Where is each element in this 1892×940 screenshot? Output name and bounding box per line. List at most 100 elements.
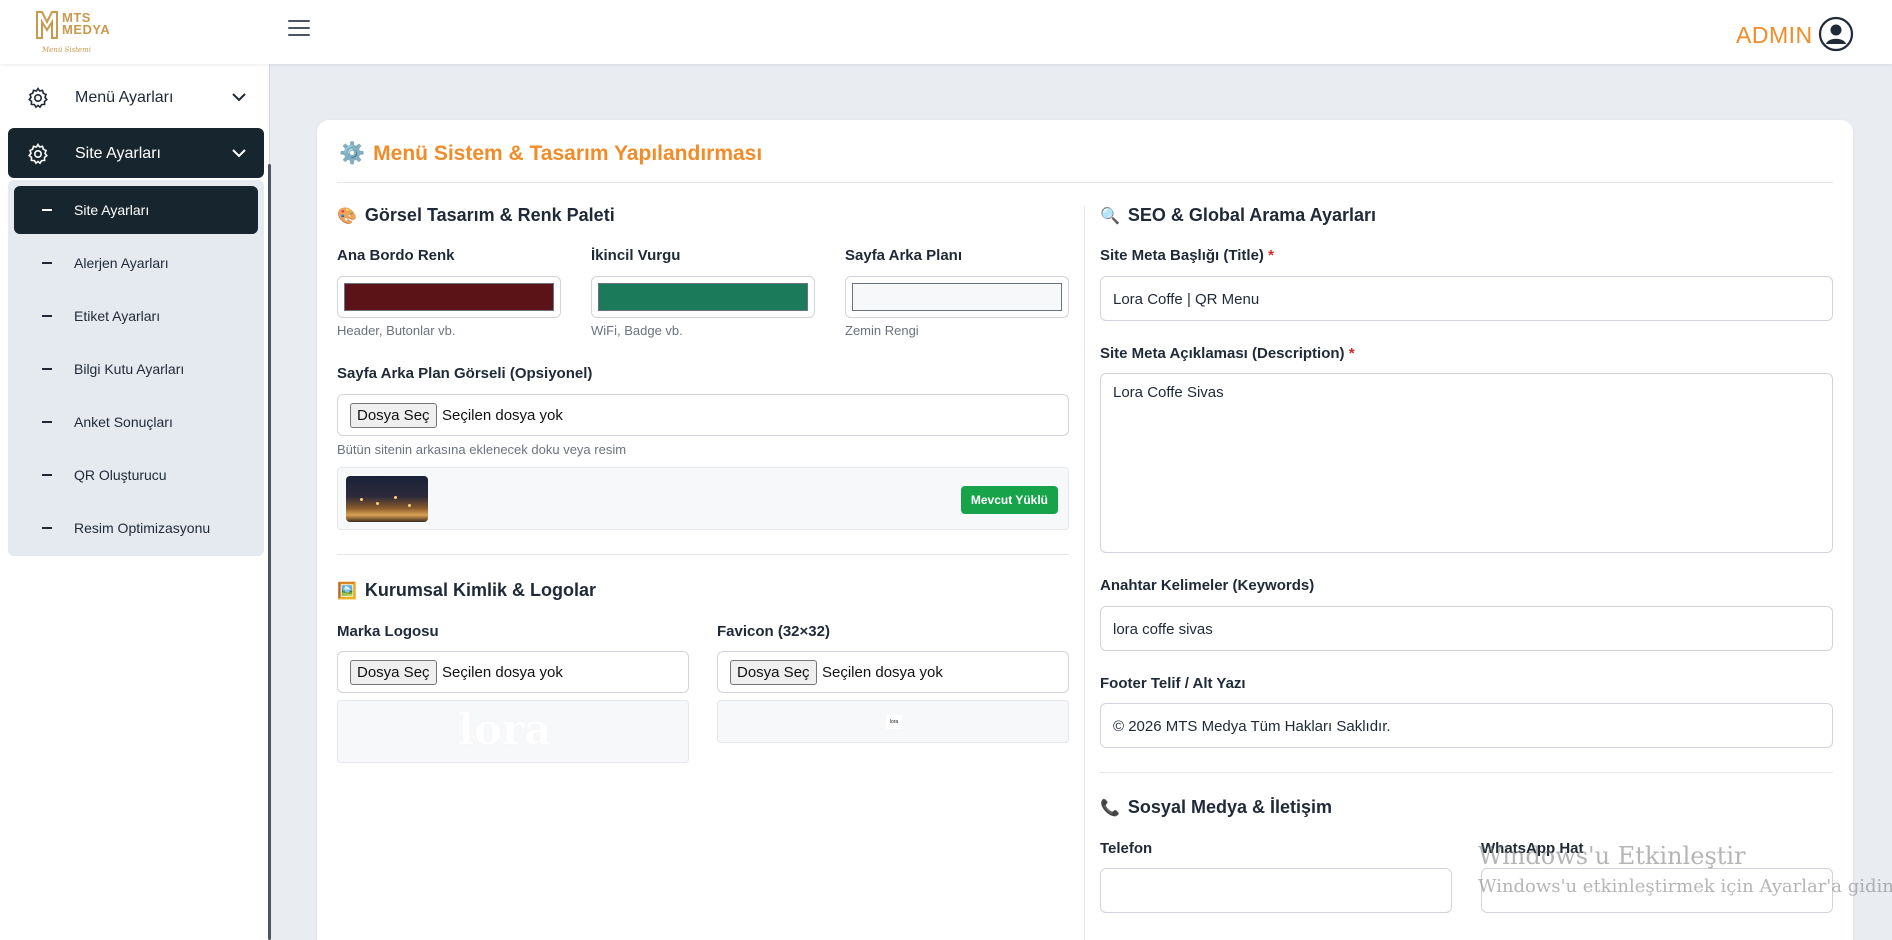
required-mark: *: [1268, 247, 1274, 264]
design-section-title-text: Görsel Tasarım & Renk Paleti: [364, 205, 615, 225]
background-color-label: Sayfa Arka Planı: [845, 247, 963, 264]
favicon-label: Favicon (32×32): [717, 623, 830, 640]
palette-icon: 🎨: [337, 208, 357, 225]
user-avatar-icon[interactable]: [1818, 16, 1854, 52]
favicon-preview: lora: [717, 700, 1069, 743]
keywords-label: Anahtar Kelimeler (Keywords): [1100, 577, 1315, 594]
background-color-swatch: [852, 283, 1062, 311]
background-color-picker[interactable]: [845, 276, 1069, 318]
brand-logo[interactable]: MTS MEDYA Menü Sistemi: [34, 8, 124, 54]
footer-text-label: Footer Telif / Alt Yazı: [1100, 675, 1246, 692]
submenu-item-image-optimization[interactable]: Resim Optimizasyonu: [14, 504, 258, 552]
dash-icon: [42, 262, 52, 264]
seo-section-title: 🔍 SEO & Global Arama Ayarları: [1100, 205, 1376, 226]
keywords-input[interactable]: lora coffe sivas: [1100, 606, 1833, 651]
submenu-item-label: Site Ayarları: [74, 202, 150, 218]
title-divider: [337, 182, 1833, 183]
site-settings-submenu: Site Ayarları Alerjen Ayarları Etiket Ay…: [8, 180, 264, 556]
submenu-item-label: Resim Optimizasyonu: [74, 520, 211, 536]
logo-text: MTS MEDYA: [62, 11, 111, 37]
brand-logo-file-input[interactable]: Dosya Seç Seçilen dosya yok: [337, 651, 689, 693]
favicon-file-status: Seçilen dosya yok: [822, 664, 943, 681]
meta-description-textarea[interactable]: Lora Coffe Sivas: [1100, 373, 1833, 553]
identity-section-title-text: Kurumsal Kimlik & Logolar: [364, 580, 596, 600]
submenu-item-info-box-settings[interactable]: Bilgi Kutu Ayarları: [14, 345, 258, 393]
brand-logo-preview: lora: [337, 700, 689, 763]
top-header: MTS MEDYA Menü Sistemi ADMIN: [0, 0, 1892, 64]
page-title: ⚙️ Menü Sistem & Tasarım Yapılandırması: [339, 142, 762, 166]
secondary-color-swatch: [598, 283, 808, 311]
secondary-color-label: İkincil Vurgu: [591, 247, 681, 264]
bg-image-hint: Bütün sitenin arkasına eklenecek doku ve…: [337, 442, 627, 457]
favicon-preview-text: lora: [886, 715, 902, 729]
gear-icon: [28, 87, 48, 109]
social-section-title: 📞 Sosyal Medya & İletişim: [1100, 797, 1332, 818]
primary-color-picker[interactable]: [337, 276, 561, 318]
search-icon: 🔍: [1100, 208, 1120, 225]
submenu-item-survey-results[interactable]: Anket Sonuçları: [14, 398, 258, 446]
phone-label: Telefon: [1100, 840, 1153, 857]
windows-activation-message: Windows'u etkinleştirmek için Ayarlar'a …: [1478, 876, 1892, 897]
sidebar-item-label: Site Ayarları: [75, 145, 161, 162]
submenu-item-qr-generator[interactable]: QR Oluşturucu: [14, 451, 258, 499]
page-title-text: Menü Sistem & Tasarım Yapılandırması: [373, 142, 763, 165]
chevron-down-icon: [232, 149, 246, 158]
design-section-title: 🎨 Görsel Tasarım & Renk Paleti: [337, 205, 615, 226]
admin-label[interactable]: ADMIN: [1736, 22, 1813, 49]
identity-section-title: 🖼️ Kurumsal Kimlik & Logolar: [337, 580, 596, 601]
dash-icon: [42, 209, 52, 211]
sidebar: Menü Ayarları Site Ayarları Site Ayarlar…: [0, 64, 271, 940]
bg-image-file-input[interactable]: Dosya Seç Seçilen dosya yok: [337, 394, 1069, 436]
dash-icon: [42, 474, 52, 476]
bg-image-uploaded-badge[interactable]: Mevcut Yüklü: [960, 486, 1058, 514]
meta-description-label: Site Meta Açıklaması (Description) *: [1100, 345, 1355, 362]
meta-title-label-text: Site Meta Başlığı (Title): [1100, 247, 1264, 264]
brand-logo-file-status: Seçilen dosya yok: [442, 664, 563, 681]
phone-input[interactable]: [1100, 868, 1452, 913]
logo-text-line2: MEDYA: [62, 22, 111, 37]
favicon-file-input[interactable]: Dosya Seç Seçilen dosya yok: [717, 651, 1069, 693]
brand-logo-choose-button[interactable]: Dosya Seç: [350, 660, 437, 685]
sidebar-item-menu-settings[interactable]: Menü Ayarları: [8, 72, 264, 122]
meta-title-value: Lora Coffe | QR Menu: [1113, 291, 1260, 308]
brand-logo-preview-text: lora: [458, 705, 552, 754]
footer-text-value: © 2026 MTS Medya Tüm Hakları Saklıdır.: [1113, 718, 1391, 735]
bg-image-choose-button[interactable]: Dosya Seç: [350, 403, 437, 428]
submenu-item-site-settings[interactable]: Site Ayarları: [14, 186, 258, 234]
meta-description-label-text: Site Meta Açıklaması (Description): [1100, 345, 1345, 362]
submenu-item-allergen-settings[interactable]: Alerjen Ayarları: [14, 239, 258, 287]
required-mark: *: [1348, 345, 1355, 362]
social-section-title-text: Sosyal Medya & İletişim: [1127, 797, 1333, 817]
brand-logo-label: Marka Logosu: [337, 623, 439, 640]
favicon-choose-button[interactable]: Dosya Seç: [730, 660, 817, 685]
chevron-down-icon: [232, 93, 246, 102]
bg-image-thumbnail[interactable]: [346, 476, 428, 522]
submenu-item-label: Bilgi Kutu Ayarları: [74, 361, 185, 377]
dash-icon: [42, 421, 52, 423]
submenu-item-label: Alerjen Ayarları: [74, 255, 169, 271]
bg-image-file-status: Seçilen dosya yok: [442, 407, 563, 424]
column-divider: [1084, 206, 1085, 940]
menu-toggle-icon[interactable]: [288, 20, 310, 38]
dash-icon: [42, 368, 52, 370]
bg-image-preview: Mevcut Yüklü: [337, 467, 1069, 530]
sidebar-item-label: Menü Ayarları: [75, 89, 174, 106]
secondary-color-picker[interactable]: [591, 276, 815, 318]
submenu-item-label: Anket Sonuçları: [74, 414, 173, 430]
sidebar-scrollbar[interactable]: [268, 164, 271, 940]
seo-section-title-text: SEO & Global Arama Ayarları: [1127, 205, 1377, 225]
logo-mark-icon: [36, 11, 58, 39]
background-color-hint: Zemin Rengi: [845, 323, 919, 338]
primary-color-label: Ana Bordo Renk: [337, 247, 455, 264]
meta-title-input[interactable]: Lora Coffe | QR Menu: [1100, 276, 1833, 321]
dash-icon: [42, 527, 52, 529]
settings-card: ⚙️ Menü Sistem & Tasarım Yapılandırması 🎨…: [317, 120, 1853, 940]
keywords-value: lora coffe sivas: [1113, 621, 1213, 638]
submenu-item-tag-settings[interactable]: Etiket Ayarları: [14, 292, 258, 340]
footer-text-input[interactable]: © 2026 MTS Medya Tüm Hakları Saklıdır.: [1100, 703, 1833, 748]
dash-icon: [42, 315, 52, 317]
sidebar-item-site-settings[interactable]: Site Ayarları: [8, 128, 264, 178]
section-divider: [337, 554, 1069, 555]
primary-color-hint: Header, Butonlar vb.: [337, 323, 456, 338]
bg-image-label: Sayfa Arka Plan Görseli (Opsiyonel): [337, 365, 593, 382]
